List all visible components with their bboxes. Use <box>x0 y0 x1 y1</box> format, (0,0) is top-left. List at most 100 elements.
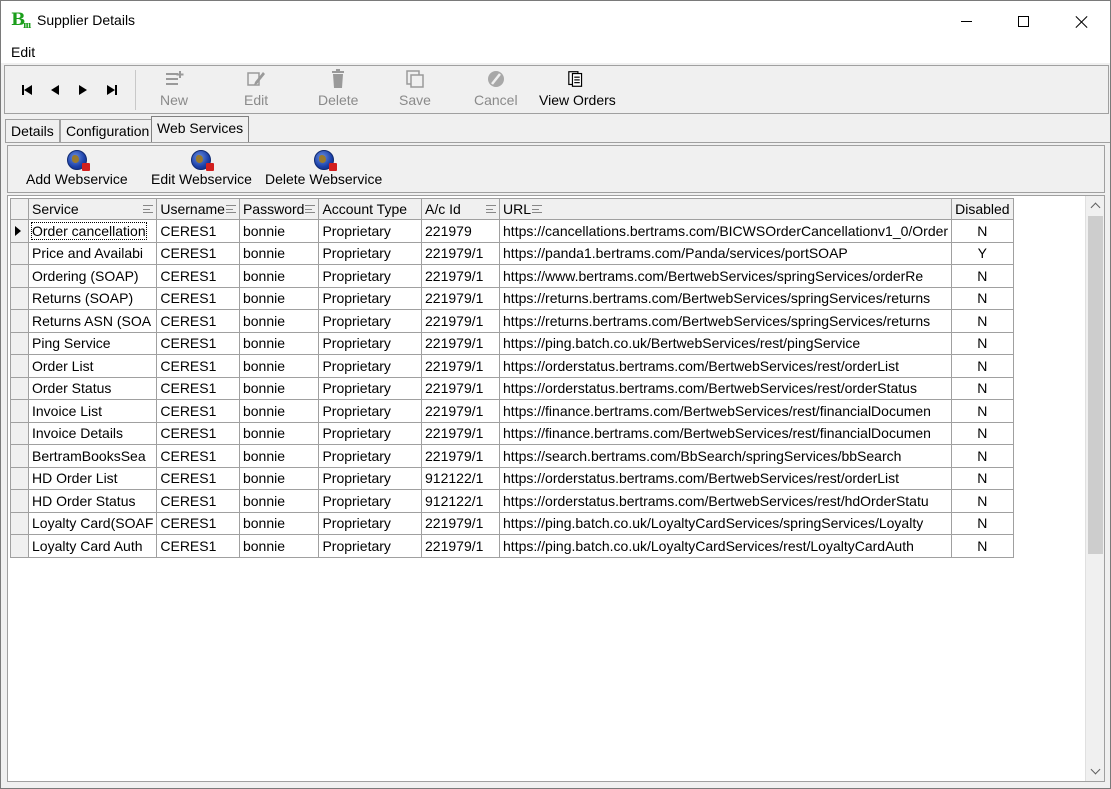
tab-web-services[interactable]: Web Services <box>151 116 250 142</box>
cell-service[interactable]: Returns (SOAP) <box>27 286 158 310</box>
row-indicator[interactable] <box>10 399 29 423</box>
table-row[interactable]: Price and Availabi CERES1 bonnie Proprietar… <box>10 241 1014 265</box>
table-row[interactable]: Order Status CERES1 bonnie Proprietary 22197… <box>10 376 1014 400</box>
cell-password[interactable]: bonnie <box>238 309 320 333</box>
table-row[interactable]: Returns ASN (SOA CERES1 bonnie Proprietary 2… <box>10 309 1014 333</box>
cell-url[interactable]: https://returns.bertrams.com/BertwebServ… <box>499 309 953 333</box>
table-row[interactable]: HD Order Status CERES1 bonnie Proprietary 91… <box>10 489 1014 513</box>
cell-url[interactable]: https://orderstatus.bertrams.com/Bertweb… <box>499 376 953 400</box>
cell-disabled[interactable]: N <box>951 399 1014 423</box>
maximize-button[interactable] <box>994 1 1052 41</box>
cell-username[interactable]: CERES1 <box>156 331 240 355</box>
cell-ac-id[interactable]: 221979/1 <box>421 511 501 535</box>
new-button[interactable]: New <box>160 68 188 112</box>
cell-password[interactable]: bonnie <box>238 376 320 400</box>
cell-account-type[interactable]: Proprietary <box>318 286 423 310</box>
cell-url[interactable]: https://panda1.bertrams.com/Panda/servic… <box>499 241 953 265</box>
cell-ac-id[interactable]: 221979/1 <box>421 421 501 445</box>
cell-ac-id[interactable]: 912122/1 <box>421 489 501 513</box>
cell-account-type[interactable]: Proprietary <box>318 309 423 333</box>
cell-account-type[interactable]: Proprietary <box>318 534 423 558</box>
cell-ac-id[interactable]: 221979/1 <box>421 241 501 265</box>
cell-username[interactable]: CERES1 <box>156 489 240 513</box>
table-row[interactable]: HD Order List CERES1 bonnie Proprietary 9121… <box>10 466 1014 490</box>
tab-details[interactable]: Details <box>5 119 60 143</box>
next-record-button[interactable] <box>73 82 93 98</box>
cell-username[interactable]: CERES1 <box>156 309 240 333</box>
cell-ac-id[interactable]: 221979/1 <box>421 309 501 333</box>
cell-account-type[interactable]: Proprietary <box>318 444 423 468</box>
cell-account-type[interactable]: Proprietary <box>318 219 423 243</box>
cell-disabled[interactable]: N <box>951 489 1014 513</box>
cell-url[interactable]: https://returns.bertrams.com/BertwebServ… <box>499 286 953 310</box>
row-indicator[interactable] <box>10 534 29 558</box>
cell-service[interactable]: HD Order Status <box>27 489 158 513</box>
delete-webservice-button[interactable]: Delete Webservice <box>265 150 382 187</box>
cell-password[interactable]: bonnie <box>238 489 320 513</box>
view-orders-button[interactable]: View Orders <box>539 68 616 112</box>
cell-ac-id[interactable]: 221979/1 <box>421 534 501 558</box>
cell-service[interactable]: Returns ASN (SOA <box>27 309 158 333</box>
cell-password[interactable]: bonnie <box>238 399 320 423</box>
row-indicator[interactable] <box>10 331 29 355</box>
cell-disabled[interactable]: N <box>951 264 1014 288</box>
cell-password[interactable]: bonnie <box>238 444 320 468</box>
cell-password[interactable]: bonnie <box>238 331 320 355</box>
cell-ac-id[interactable]: 221979/1 <box>421 354 501 378</box>
column-header-ac-id[interactable]: A/c Id <box>421 198 501 220</box>
cell-service[interactable]: BertramBooksSea <box>27 444 158 468</box>
cell-url[interactable]: https://search.bertrams.com/BbSearch/spr… <box>499 444 953 468</box>
edit-webservice-button[interactable]: Edit Webservice <box>151 150 252 187</box>
cell-disabled[interactable]: N <box>951 534 1014 558</box>
cell-account-type[interactable]: Proprietary <box>318 331 423 355</box>
cell-username[interactable]: CERES1 <box>156 286 240 310</box>
cell-username[interactable]: CERES1 <box>156 421 240 445</box>
cell-username[interactable]: CERES1 <box>156 264 240 288</box>
scroll-up-button[interactable] <box>1090 200 1101 213</box>
cell-url[interactable]: https://finance.bertrams.com/BertwebServ… <box>499 399 953 423</box>
cell-service[interactable]: Order List <box>27 354 158 378</box>
cell-account-type[interactable]: Proprietary <box>318 241 423 265</box>
cell-account-type[interactable]: Proprietary <box>318 264 423 288</box>
cell-disabled[interactable]: Y <box>951 241 1014 265</box>
cell-disabled[interactable]: N <box>951 309 1014 333</box>
title-bar[interactable]: Bııı Supplier Details <box>1 1 1110 41</box>
cell-account-type[interactable]: Proprietary <box>318 466 423 490</box>
column-header-disabled[interactable]: Disabled <box>951 198 1014 220</box>
cell-password[interactable]: bonnie <box>238 264 320 288</box>
menu-edit[interactable]: Edit <box>11 44 35 60</box>
cell-disabled[interactable]: N <box>951 444 1014 468</box>
cell-ac-id[interactable]: 221979/1 <box>421 444 501 468</box>
vertical-scrollbar[interactable] <box>1085 196 1104 781</box>
row-indicator[interactable] <box>10 511 29 535</box>
cell-account-type[interactable]: Proprietary <box>318 376 423 400</box>
table-row[interactable]: Returns (SOAP) CERES1 bonnie Proprietary 221… <box>10 286 1014 310</box>
cell-username[interactable]: CERES1 <box>156 399 240 423</box>
cell-username[interactable]: CERES1 <box>156 219 240 243</box>
cell-ac-id[interactable]: 221979/1 <box>421 331 501 355</box>
cell-url[interactable]: https://ping.batch.co.uk/LoyaltyCardServ… <box>499 511 953 535</box>
cell-service[interactable]: Ordering (SOAP) <box>27 264 158 288</box>
cell-account-type[interactable]: Proprietary <box>318 489 423 513</box>
cell-username[interactable]: CERES1 <box>156 241 240 265</box>
cell-account-type[interactable]: Proprietary <box>318 421 423 445</box>
table-row[interactable]: BertramBooksSea CERES1 bonnie Proprietary 22… <box>10 444 1014 468</box>
table-row[interactable]: Order List CERES1 bonnie Proprietary 221979/… <box>10 354 1014 378</box>
cell-url[interactable]: https://cancellations.bertrams.com/BICWS… <box>499 219 953 243</box>
table-row[interactable]: Ping Service CERES1 bonnie Proprietary 22197… <box>10 331 1014 355</box>
save-button[interactable]: Save <box>399 68 431 112</box>
cell-service[interactable]: Ping Service <box>27 331 158 355</box>
row-indicator[interactable] <box>10 466 29 490</box>
close-button[interactable] <box>1052 1 1110 41</box>
column-header-account-type[interactable]: Account Type <box>318 198 423 220</box>
cell-disabled[interactable]: N <box>951 286 1014 310</box>
previous-record-button[interactable] <box>45 82 65 98</box>
scroll-down-button[interactable] <box>1090 764 1101 777</box>
row-indicator[interactable] <box>10 421 29 445</box>
cell-disabled[interactable]: N <box>951 466 1014 490</box>
column-header-username[interactable]: Username <box>156 198 240 220</box>
cell-account-type[interactable]: Proprietary <box>318 354 423 378</box>
row-indicator[interactable] <box>10 489 29 513</box>
tab-configuration[interactable]: Configuration <box>60 119 156 143</box>
cell-password[interactable]: bonnie <box>238 534 320 558</box>
